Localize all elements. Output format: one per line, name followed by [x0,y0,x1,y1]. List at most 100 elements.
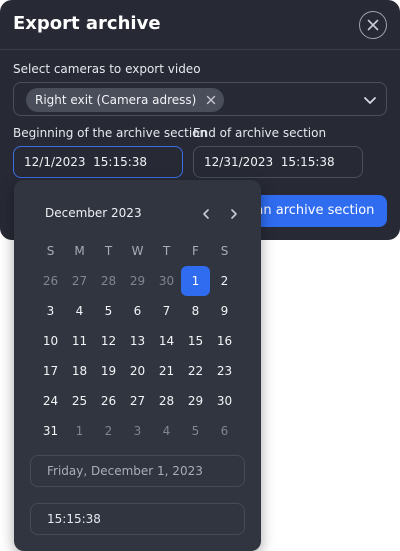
calendar-day-number: 28 [158,394,175,408]
camera-select[interactable]: Right exit (Camera adress) [13,82,387,116]
calendar-day-number: 27 [71,274,88,288]
weekday-header: W [131,244,144,258]
calendar-day-number: 24 [42,394,59,408]
calendar-day[interactable]: 24 [36,386,65,416]
calendar-day-number: 23 [216,364,233,378]
calendar-day-number: 2 [104,424,113,438]
calendar-day[interactable]: 29 [123,266,152,296]
calendar-day[interactable]: 28 [152,386,181,416]
calendar-day-number: 5 [191,424,200,438]
calendar-day[interactable]: 26 [36,266,65,296]
calendar-day[interactable]: 26 [94,386,123,416]
calendar-day-number: 11 [71,334,88,348]
chip-remove-button[interactable] [204,93,218,107]
calendar-day-number: 2 [220,274,229,288]
begin-date-input[interactable]: 12/1/2023 15:15:38 [13,146,183,178]
calendar-day[interactable]: 27 [123,386,152,416]
calendar-day[interactable]: 5 [181,416,210,446]
calendar-day[interactable]: 3 [36,296,65,326]
calendar-day[interactable]: 6 [123,296,152,326]
calendar-day[interactable]: 13 [123,326,152,356]
calendar-day[interactable]: 5 [94,296,123,326]
weekday-header: M [74,244,85,258]
calendar-day-number: 4 [162,424,171,438]
calendar-day[interactable]: 23 [210,356,239,386]
calendar-day-number: 22 [187,364,204,378]
calendar-day[interactable]: 6 [210,416,239,446]
calendar-day[interactable]: 17 [36,356,65,386]
calendar-day[interactable]: 27 [65,266,94,296]
calendar-day-number: 1 [191,274,200,288]
calendar-day[interactable]: 21 [152,356,181,386]
end-label: End of archive section [193,126,327,140]
calendar-day[interactable]: 30 [210,386,239,416]
calendar-day-number: 14 [158,334,175,348]
calendar-day[interactable]: 2 [210,266,239,296]
calendar-day-number: 1 [75,424,84,438]
prev-month-button[interactable] [198,206,214,222]
calendar-day[interactable]: 10 [36,326,65,356]
calendar-day-number: 29 [129,274,146,288]
weekday-header: F [192,244,199,258]
calendar-day-number: 3 [46,304,55,318]
calendar-day-number: 29 [187,394,204,408]
calendar-day[interactable]: 4 [65,296,94,326]
calendar-day-number: 8 [191,304,200,318]
calendar-day[interactable]: 25 [65,386,94,416]
calendar-day-number: 30 [216,394,233,408]
calendar-day[interactable]: 20 [123,356,152,386]
camera-chip: Right exit (Camera adress) [26,88,225,112]
time-input[interactable]: 15:15:38 [30,503,245,535]
chevron-left-icon [203,209,209,219]
calendar-day[interactable]: 19 [94,356,123,386]
calendar-day-selected[interactable]: 1 [181,266,210,296]
calendar-day[interactable]: 30 [152,266,181,296]
calendar-day-number: 7 [162,304,171,318]
weekday-header: S [220,244,229,258]
calendar-day-number: 18 [71,364,88,378]
calendar-day-number: 6 [133,304,142,318]
calendar-day[interactable]: 28 [94,266,123,296]
chevron-down-icon[interactable] [362,92,378,108]
calendar-day[interactable]: 14 [152,326,181,356]
calendar-day[interactable]: 12 [94,326,123,356]
next-month-button[interactable] [226,206,242,222]
close-button[interactable] [359,11,387,39]
calendar-day[interactable]: 31 [36,416,65,446]
calendar-month-label: December 2023 [45,206,142,220]
calendar-day[interactable]: 4 [152,416,181,446]
calendar-day-number: 26 [100,394,117,408]
cameras-label: Select cameras to export video [13,62,201,76]
calendar-day-number: 13 [129,334,146,348]
close-icon [367,19,379,31]
weekday-header: S [46,244,55,258]
calendar-day[interactable]: 11 [65,326,94,356]
calendar-day-number: 10 [42,334,59,348]
calendar-day-number: 20 [129,364,146,378]
calendar-day[interactable]: 18 [65,356,94,386]
selected-date-field[interactable]: Friday, December 1, 2023 [30,455,245,487]
close-icon [207,95,216,105]
calendar-day-number: 4 [75,304,84,318]
calendar-day[interactable]: 22 [181,356,210,386]
calendar-day-number: 3 [133,424,142,438]
calendar-day[interactable]: 2 [94,416,123,446]
calendar-day-number: 9 [220,304,229,318]
dialog-title: Export archive [13,13,161,34]
calendar-day[interactable]: 3 [123,416,152,446]
calendar-day-number: 31 [42,424,59,438]
calendar-day[interactable]: 29 [181,386,210,416]
calendar-day[interactable]: 1 [65,416,94,446]
calendar-day[interactable]: 9 [210,296,239,326]
calendar-day-number: 6 [220,424,229,438]
date-picker-popup: December 2023 S M T W T F S 26 27 28 29 30 1 2 3 4 5 6 7 8 9… [14,180,261,551]
calendar-day-number: 12 [100,334,117,348]
calendar-day[interactable]: 16 [210,326,239,356]
scan-archive-button[interactable]: Scan archive section [240,195,387,227]
begin-label: Beginning of the archive section [13,126,208,140]
calendar-day-number: 30 [158,274,175,288]
end-date-input[interactable]: 12/31/2023 15:15:38 [193,146,363,178]
calendar-day[interactable]: 15 [181,326,210,356]
calendar-day[interactable]: 7 [152,296,181,326]
calendar-day[interactable]: 8 [181,296,210,326]
